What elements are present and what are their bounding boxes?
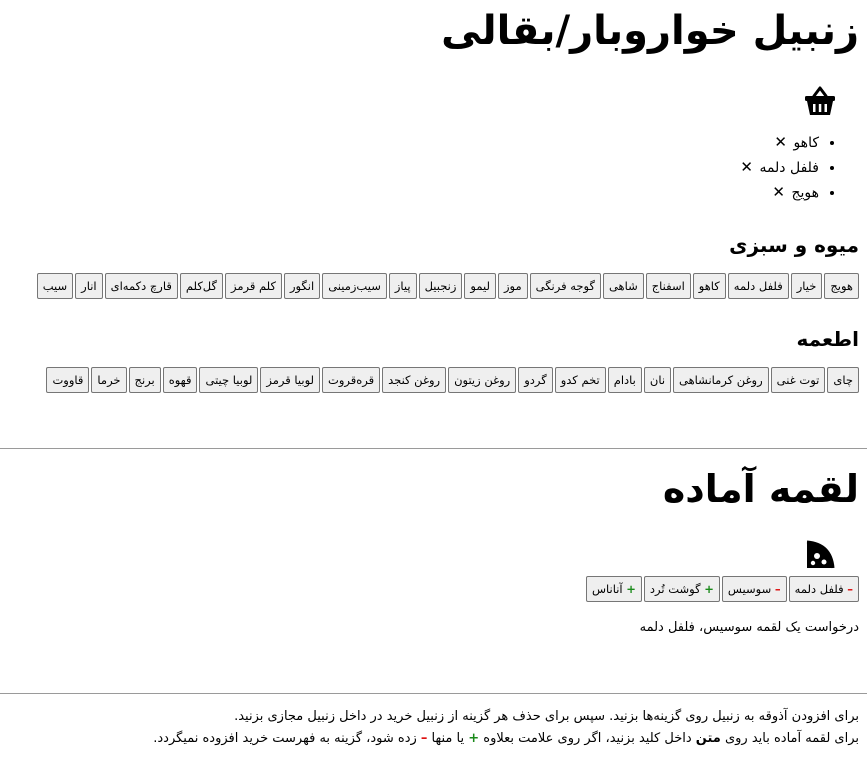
meal-title: لقمه آماده xyxy=(662,467,859,511)
produce-button[interactable]: اسفناج xyxy=(645,273,691,299)
page-title: زنبیل خواروبار/بقالی xyxy=(441,8,859,54)
food-button[interactable]: قاووت xyxy=(46,367,90,393)
meal-option-label[interactable]: آناناس xyxy=(592,582,623,596)
food-button[interactable]: نان xyxy=(643,367,672,393)
meal-option-label[interactable]: سوسیس xyxy=(728,582,771,596)
cart-list: کاهو ✕ فلفل دلمه ✕ هویج ✕ xyxy=(8,130,859,205)
produce-heading: میوه و سبزی xyxy=(729,233,859,257)
produce-button[interactable]: انار xyxy=(75,273,103,299)
plus-icon[interactable]: + xyxy=(704,582,714,596)
meal-option-label[interactable]: فلفل دلمه xyxy=(795,582,844,596)
help-line-2: برای لقمه آماده باید روی متن داخل کلید ب… xyxy=(8,728,859,750)
produce-button[interactable]: خیار xyxy=(790,273,823,299)
minus-icon[interactable]: – xyxy=(775,582,781,596)
plus-icon: + xyxy=(468,731,480,746)
cart-item-label: هویج xyxy=(791,185,819,201)
section-divider xyxy=(0,448,867,449)
help-line-1: برای افزودن آذوقه به زنبیل روی گزینه‌ها … xyxy=(234,709,859,724)
produce-button[interactable]: شاهی xyxy=(602,273,644,299)
cart-item: کاهو ✕ xyxy=(8,130,819,155)
food-button[interactable]: چای xyxy=(827,367,859,393)
produce-button[interactable]: کلم قرمز xyxy=(224,273,282,299)
remove-icon[interactable]: ✕ xyxy=(740,158,753,176)
remove-icon[interactable]: ✕ xyxy=(772,183,785,201)
cart-item: فلفل دلمه ✕ xyxy=(8,155,819,180)
food-button[interactable]: لوبیا قرمز xyxy=(260,367,321,393)
produce-button[interactable]: هویج xyxy=(824,273,859,299)
remove-icon[interactable]: ✕ xyxy=(774,133,787,151)
food-button[interactable]: گردو xyxy=(518,367,553,393)
produce-button[interactable]: کاهو xyxy=(692,273,726,299)
food-button[interactable]: روغن کنجد xyxy=(382,367,447,393)
produce-button[interactable]: گوجه فرنگی xyxy=(529,273,601,299)
food-buttons: چای توت غنی روغن کرمانشاهی نان بادام تخم… xyxy=(8,367,859,393)
food-button[interactable]: قهوه xyxy=(162,367,198,393)
food-button[interactable]: تخم کدو xyxy=(554,367,606,393)
help-text: برای افزودن آذوقه به زنبیل روی گزینه‌ها … xyxy=(8,706,859,750)
help-text-part: زده شود، گزینه به فهرست خرید افزوده نمیگ… xyxy=(153,731,421,746)
plus-icon[interactable]: + xyxy=(626,582,636,596)
food-button[interactable]: روغن زیتون xyxy=(448,367,517,393)
section-divider xyxy=(0,693,867,694)
help-bold-text: متن xyxy=(695,731,721,746)
meal-option-label[interactable]: گوشت تُرد xyxy=(650,582,701,596)
food-button[interactable]: قره‌قروت xyxy=(322,367,381,393)
cart-item: هویج ✕ xyxy=(8,180,819,205)
produce-buttons: هویج خیار فلفل دلمه کاهو اسفناج شاهی گوج… xyxy=(8,273,859,299)
food-button[interactable]: برنج xyxy=(128,367,161,393)
food-button[interactable]: روغن کرمانشاهی xyxy=(673,367,769,393)
produce-button[interactable]: فلفل دلمه xyxy=(727,273,789,299)
help-text-part: یا منها xyxy=(427,731,469,746)
ready-meal-section: لقمه آماده – فلفل دلمه – سوسیس + گوشت تُ… xyxy=(8,458,859,635)
meal-option-button[interactable]: + آناناس xyxy=(585,576,642,602)
produce-button[interactable]: گل‌کلم xyxy=(179,273,223,299)
produce-button[interactable]: موز xyxy=(497,273,528,299)
help-text-part: داخل کلید بزنید، اگر روی علامت بعلاوه xyxy=(479,731,696,746)
cart-item-label: فلفل دلمه xyxy=(759,160,819,176)
minus-icon[interactable]: – xyxy=(847,582,853,596)
meal-option-button[interactable]: – سوسیس xyxy=(721,576,787,602)
food-button[interactable]: بادام xyxy=(607,367,642,393)
basket-icon xyxy=(805,86,835,115)
meal-request-text: درخواست یک لقمه سوسیس، فلفل دلمه xyxy=(639,620,859,635)
produce-button[interactable]: سیب‌زمینی xyxy=(322,273,387,299)
pizza-icon xyxy=(806,540,835,569)
help-text-part: برای لقمه آماده باید روی xyxy=(720,731,859,746)
produce-button[interactable]: قارچ دکمه‌ای xyxy=(104,273,178,299)
produce-button[interactable]: انگور xyxy=(283,273,321,299)
produce-button[interactable]: زنجبیل xyxy=(418,273,463,299)
food-button[interactable]: توت غنی xyxy=(770,367,826,393)
produce-button[interactable]: لیمو xyxy=(464,273,496,299)
meal-option-button[interactable]: – فلفل دلمه xyxy=(788,576,859,602)
food-button[interactable]: لوبیا چیتی xyxy=(199,367,259,393)
food-button[interactable]: خرما xyxy=(91,367,127,393)
produce-button[interactable]: پیاز xyxy=(388,273,417,299)
meal-options: – فلفل دلمه – سوسیس + گوشت تُرد + آناناس xyxy=(8,576,859,602)
food-heading: اطعمه xyxy=(796,327,859,351)
cart-item-label: کاهو xyxy=(793,135,819,151)
produce-button[interactable]: سیب xyxy=(36,273,74,299)
meal-option-button[interactable]: + گوشت تُرد xyxy=(643,576,720,602)
